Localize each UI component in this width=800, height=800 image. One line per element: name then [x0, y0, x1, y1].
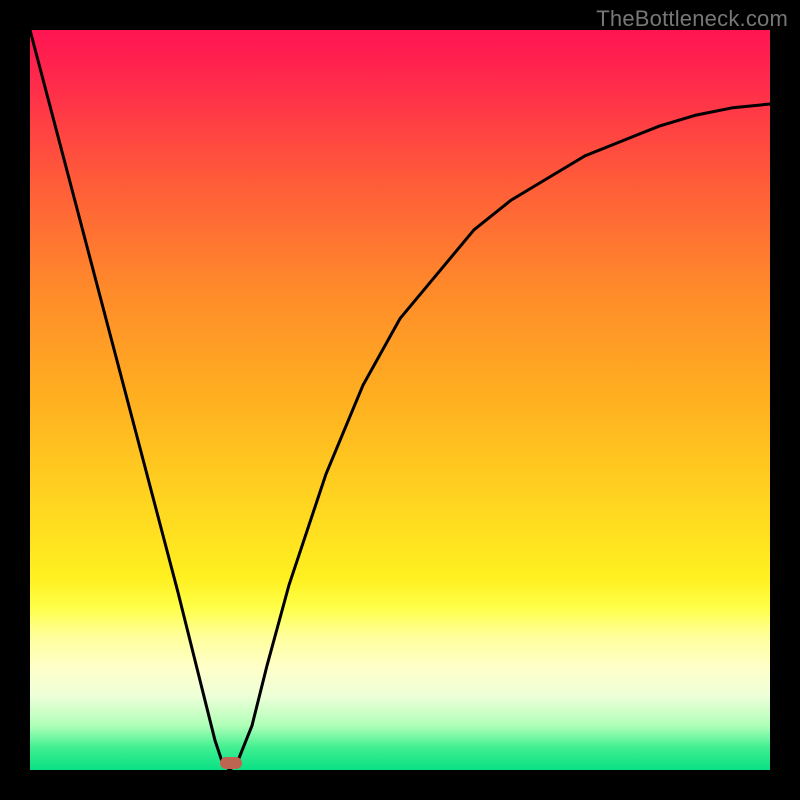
bottleneck-curve: [30, 30, 770, 770]
curve-path: [30, 30, 770, 770]
optimum-marker: [220, 757, 242, 769]
chart-plot-area: [30, 30, 770, 770]
watermark-text: TheBottleneck.com: [596, 6, 788, 32]
